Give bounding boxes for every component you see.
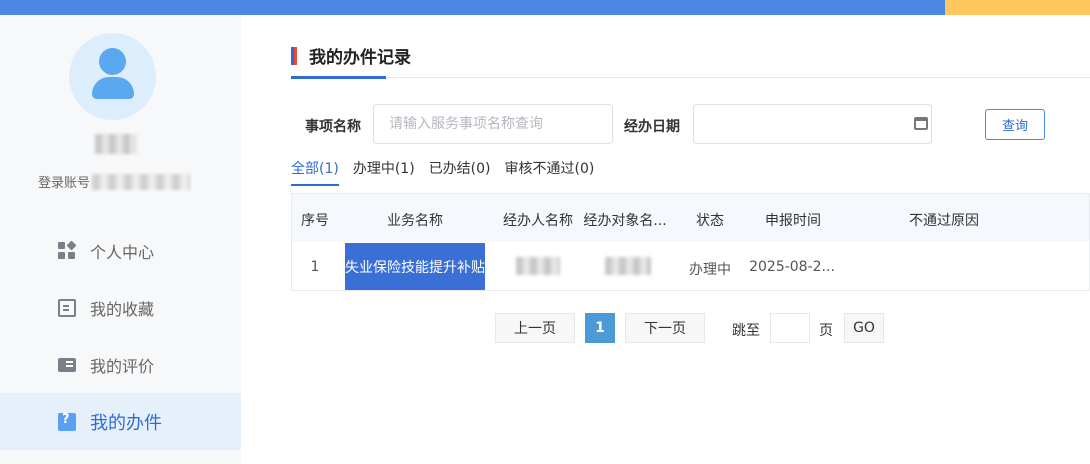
sidebar-item-personal-center[interactable]: 个人中心 — [0, 222, 241, 279]
current-page[interactable]: 1 — [585, 313, 615, 343]
blurred-target — [605, 257, 651, 275]
jump-label: 跳至 — [732, 323, 760, 339]
user-icon — [99, 48, 126, 75]
status-tabs: 全部(1) 办理中(1) 已办结(0) 审核不通过(0) — [291, 158, 608, 186]
tab-processing[interactable]: 办理中(1) — [353, 158, 415, 186]
date-input[interactable] — [693, 104, 932, 144]
title-divider — [291, 77, 1090, 78]
user-body-icon — [92, 77, 134, 99]
id-card-icon — [58, 357, 76, 372]
blurred-username — [95, 134, 137, 154]
query-button[interactable]: 查询 — [985, 109, 1045, 140]
page-title-text: 我的办件记录 — [309, 48, 411, 68]
header-handler-name: 经办人名称 — [503, 213, 573, 229]
calendar-icon[interactable] — [914, 117, 928, 130]
header-target-name: 经办对象名... — [583, 213, 667, 229]
table-header: 序号 业务名称 经办人名称 经办对象名... 状态 申报时间 不通过原因 — [292, 194, 1089, 242]
sidebar-item-my-tasks[interactable]: 我的办件 — [0, 393, 241, 450]
sidebar-item-label: 我的收藏 — [90, 299, 155, 319]
item-name-label: 事项名称 — [305, 119, 361, 135]
page-jump-input[interactable] — [770, 313, 810, 343]
sidebar-item-reviews[interactable]: 我的评价 — [0, 336, 241, 393]
tab-all[interactable]: 全部(1) — [291, 158, 339, 186]
sidebar: 登录账号 个人中心 我的收藏 我的评价 我的办件 — [0, 15, 241, 464]
title-underline — [291, 76, 386, 79]
header-business-name: 业务名称 — [387, 213, 443, 229]
header-status: 状态 — [696, 213, 724, 229]
tab-rejected[interactable]: 审核不通过(0) — [505, 158, 595, 186]
item-name-input[interactable] — [373, 104, 613, 144]
records-table: 序号 业务名称 经办人名称 经办对象名... 状态 申报时间 不通过原因 1 失… — [291, 193, 1090, 291]
go-button[interactable]: GO — [844, 313, 884, 343]
blurred-account — [92, 173, 191, 190]
cell-business-name[interactable]: 失业保险技能提升补贴 — [345, 243, 485, 290]
account-label: 登录账号 — [38, 176, 91, 191]
top-bar — [0, 0, 1090, 15]
document-icon — [58, 298, 76, 317]
header-submit-time: 申报时间 — [765, 213, 821, 229]
sidebar-item-favorites[interactable]: 我的收藏 — [0, 279, 241, 336]
task-help-icon — [58, 412, 76, 431]
page-unit-label: 页 — [819, 323, 833, 339]
sidebar-item-label: 我的评价 — [90, 356, 155, 376]
header-reject-reason: 不通过原因 — [909, 213, 979, 229]
cell-index: 1 — [310, 259, 320, 275]
header-index: 序号 — [301, 213, 329, 229]
sidebar-item-label: 个人中心 — [90, 242, 155, 262]
grid-icon — [58, 240, 77, 260]
next-page-button[interactable]: 下一页 — [625, 313, 705, 343]
sidebar-item-label: 我的办件 — [90, 412, 162, 434]
cell-status: 办理中 — [689, 262, 731, 278]
page-title: 我的办件记录 — [291, 43, 411, 68]
cell-submit-time: 2025-08-2... — [749, 259, 835, 275]
top-bar-accent — [945, 0, 1090, 15]
prev-page-button[interactable]: 上一页 — [495, 313, 575, 343]
date-label: 经办日期 — [624, 119, 680, 135]
avatar — [69, 33, 156, 120]
account-line: 登录账号 — [38, 172, 191, 191]
title-marker — [291, 46, 297, 65]
blurred-handler — [516, 257, 560, 275]
tab-completed[interactable]: 已办结(0) — [429, 158, 491, 186]
